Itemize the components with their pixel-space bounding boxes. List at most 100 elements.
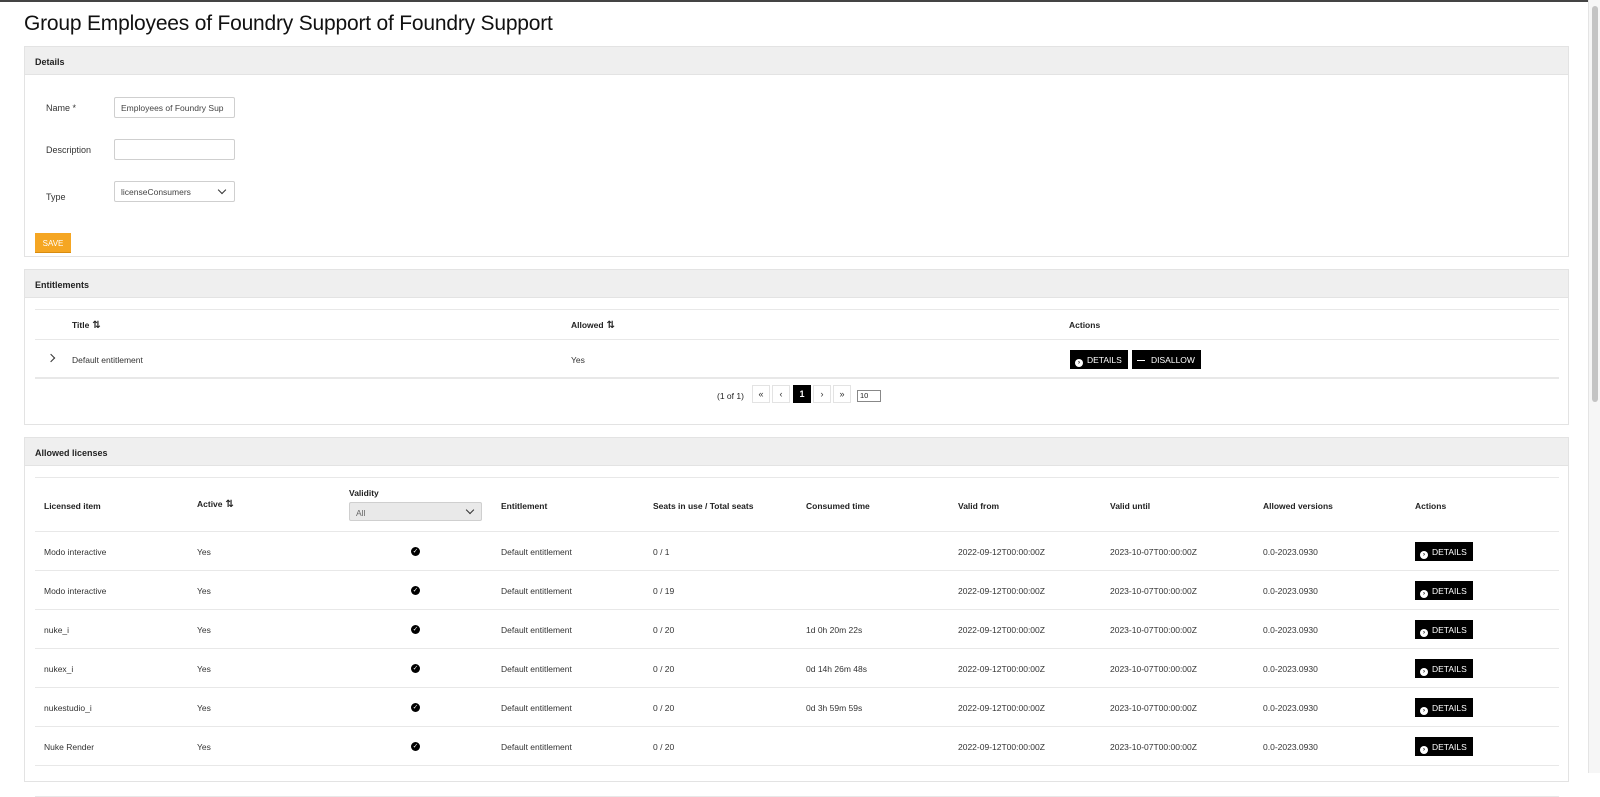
license-entitlement: Default entitlement bbox=[501, 742, 572, 752]
check-circle-icon: ✓ bbox=[411, 625, 420, 634]
license-active: Yes bbox=[197, 547, 211, 557]
license-consumed-time: 0d 3h 59m 59s bbox=[806, 703, 863, 713]
details-header: Details bbox=[25, 47, 1568, 75]
column-title[interactable]: Title ⇅ bbox=[72, 320, 101, 331]
column-consumed-time: Consumed time bbox=[806, 501, 870, 511]
check-circle-icon: ✓ bbox=[411, 547, 420, 556]
license-active: Yes bbox=[197, 703, 211, 713]
check-circle-icon: ✓ bbox=[411, 742, 420, 751]
page-size-select[interactable]: 10 bbox=[857, 390, 881, 402]
chevron-circle-icon: › bbox=[1420, 629, 1428, 637]
column-entitlement: Entitlement bbox=[501, 501, 548, 511]
save-button[interactable]: SAVE bbox=[35, 233, 71, 253]
license-consumed-time: 1d 0h 20m 22s bbox=[806, 625, 863, 635]
table-row: nukex_i Yes Default entitlement 0 / 20 0d 14… bbox=[35, 649, 1559, 688]
license-valid-from: 2022-09-12T00:00:00Z bbox=[958, 664, 1045, 674]
license-active: Yes bbox=[197, 664, 211, 674]
licenses-table: Licensed item Active ⇅ Validity All Entit… bbox=[35, 477, 1559, 797]
details-button[interactable]: › DETAILS bbox=[1415, 581, 1473, 600]
check-circle-icon: ✓ bbox=[411, 586, 420, 595]
next-page-button[interactable]: › bbox=[813, 385, 831, 403]
details-button[interactable]: › DETAILS bbox=[1415, 659, 1473, 678]
license-item: nukestudio_i bbox=[44, 703, 92, 713]
page-title: Group Employees of Foundry Support of Fo… bbox=[24, 12, 553, 35]
license-item: nukex_i bbox=[44, 664, 74, 674]
scrollbar-thumb[interactable] bbox=[1592, 6, 1598, 402]
license-active: Yes bbox=[197, 625, 211, 635]
check-circle-icon: ✓ bbox=[411, 664, 420, 673]
details-panel: Details Name * Employees of Foundry Sup … bbox=[24, 46, 1569, 257]
validity-filter-value: All bbox=[356, 508, 366, 518]
chevron-circle-icon: › bbox=[1075, 359, 1083, 367]
license-valid-until: 2023-10-07T00:00:00Z bbox=[1110, 547, 1197, 557]
chevron-circle-icon: › bbox=[1420, 551, 1428, 559]
table-row: nukestudio_i Yes Default entitlement 0 / 20… bbox=[35, 688, 1559, 727]
sort-icon[interactable]: ⇅ bbox=[607, 320, 615, 331]
license-seats: 0 / 20 bbox=[653, 703, 675, 713]
license-seats: 0 / 19 bbox=[653, 586, 675, 596]
license-allowed-versions: 0.0-2023.0930 bbox=[1263, 586, 1318, 596]
table-row: Modo interactive Yes Default entitlement 0 … bbox=[35, 532, 1559, 571]
type-select[interactable]: licenseConsumers bbox=[114, 181, 235, 202]
vertical-scrollbar[interactable] bbox=[1588, 0, 1600, 773]
license-consumed-time: 0d 14h 26m 48s bbox=[806, 664, 867, 674]
entitlement-title: Default entitlement bbox=[72, 355, 143, 365]
details-button[interactable]: › DETAILS bbox=[1415, 737, 1473, 756]
license-item: Modo interactive bbox=[44, 547, 107, 557]
license-item: nuke_i bbox=[44, 625, 70, 635]
validity-filter-select[interactable]: All bbox=[349, 502, 482, 521]
license-valid-from: 2022-09-12T00:00:00Z bbox=[958, 703, 1045, 713]
column-allowed-versions: Allowed versions bbox=[1263, 501, 1333, 511]
details-button[interactable]: › DETAILS bbox=[1415, 620, 1473, 639]
column-active[interactable]: Active ⇅ bbox=[197, 499, 234, 510]
minus-icon bbox=[1137, 359, 1145, 361]
table-row: Nuke Render Yes Default entitlement 0 / 20 2… bbox=[35, 727, 1559, 766]
chevron-circle-icon: › bbox=[1420, 590, 1428, 598]
last-page-button[interactable]: » bbox=[833, 385, 851, 403]
type-select-value: licenseConsumers bbox=[121, 187, 191, 197]
description-input[interactable] bbox=[114, 139, 235, 160]
allowed-licenses-panel: Allowed licenses Licensed item Active ⇅ V… bbox=[24, 437, 1569, 797]
entitlements-header-row: Title ⇅ Allowed ⇅ Actions bbox=[35, 310, 1559, 340]
column-actions: Actions bbox=[1415, 501, 1447, 511]
table-row: nuke_i Yes Default entitlement 0 / 20 1d 0h … bbox=[35, 610, 1559, 649]
license-valid-until: 2023-10-07T00:00:00Z bbox=[1110, 703, 1197, 713]
description-label: Description bbox=[46, 145, 92, 155]
column-valid-until: Valid until bbox=[1110, 501, 1151, 511]
license-allowed-versions: 0.0-2023.0930 bbox=[1263, 664, 1318, 674]
license-allowed-versions: 0.0-2023.0930 bbox=[1263, 547, 1318, 557]
sort-icon[interactable]: ⇅ bbox=[92, 320, 100, 331]
disallow-button[interactable]: DISALLOW bbox=[1132, 350, 1201, 369]
table-row: Default entitlement Yes › DETAILS DISALLO… bbox=[35, 340, 1559, 379]
first-page-button[interactable]: « bbox=[752, 385, 770, 403]
license-allowed-versions: 0.0-2023.0930 bbox=[1263, 742, 1318, 752]
name-input[interactable]: Employees of Foundry Sup bbox=[114, 97, 235, 118]
license-allowed-versions: 0.0-2023.0930 bbox=[1263, 703, 1318, 713]
details-button[interactable]: › DETAILS bbox=[1415, 698, 1473, 717]
sort-icon[interactable]: ⇅ bbox=[226, 499, 234, 510]
license-valid-until: 2023-10-07T00:00:00Z bbox=[1110, 742, 1197, 752]
chevron-right-icon[interactable] bbox=[46, 353, 56, 363]
entitlement-allowed: Yes bbox=[571, 355, 585, 365]
license-seats: 0 / 20 bbox=[653, 742, 675, 752]
window-top-border bbox=[0, 0, 1600, 2]
chevron-down-icon bbox=[465, 505, 475, 515]
page-1-button[interactable]: 1 bbox=[793, 385, 811, 403]
column-allowed[interactable]: Allowed ⇅ bbox=[571, 320, 615, 331]
details-button[interactable]: › DETAILS bbox=[1415, 542, 1473, 561]
chevron-circle-icon: › bbox=[1420, 746, 1428, 754]
check-circle-icon: ✓ bbox=[411, 703, 420, 712]
license-entitlement: Default entitlement bbox=[501, 664, 572, 674]
details-button[interactable]: › DETAILS bbox=[1070, 350, 1128, 369]
column-licensed-item: Licensed item bbox=[44, 501, 101, 511]
prev-page-button[interactable]: ‹ bbox=[772, 385, 790, 403]
license-valid-from: 2022-09-12T00:00:00Z bbox=[958, 586, 1045, 596]
name-label: Name * bbox=[46, 103, 77, 113]
license-seats: 0 / 1 bbox=[653, 547, 670, 557]
column-validity: Validity bbox=[349, 488, 379, 498]
license-seats: 0 / 20 bbox=[653, 625, 675, 635]
column-seats: Seats in use / Total seats bbox=[653, 501, 754, 511]
column-valid-from: Valid from bbox=[958, 501, 1000, 511]
license-valid-until: 2023-10-07T00:00:00Z bbox=[1110, 625, 1197, 635]
license-item: Modo interactive bbox=[44, 586, 107, 596]
